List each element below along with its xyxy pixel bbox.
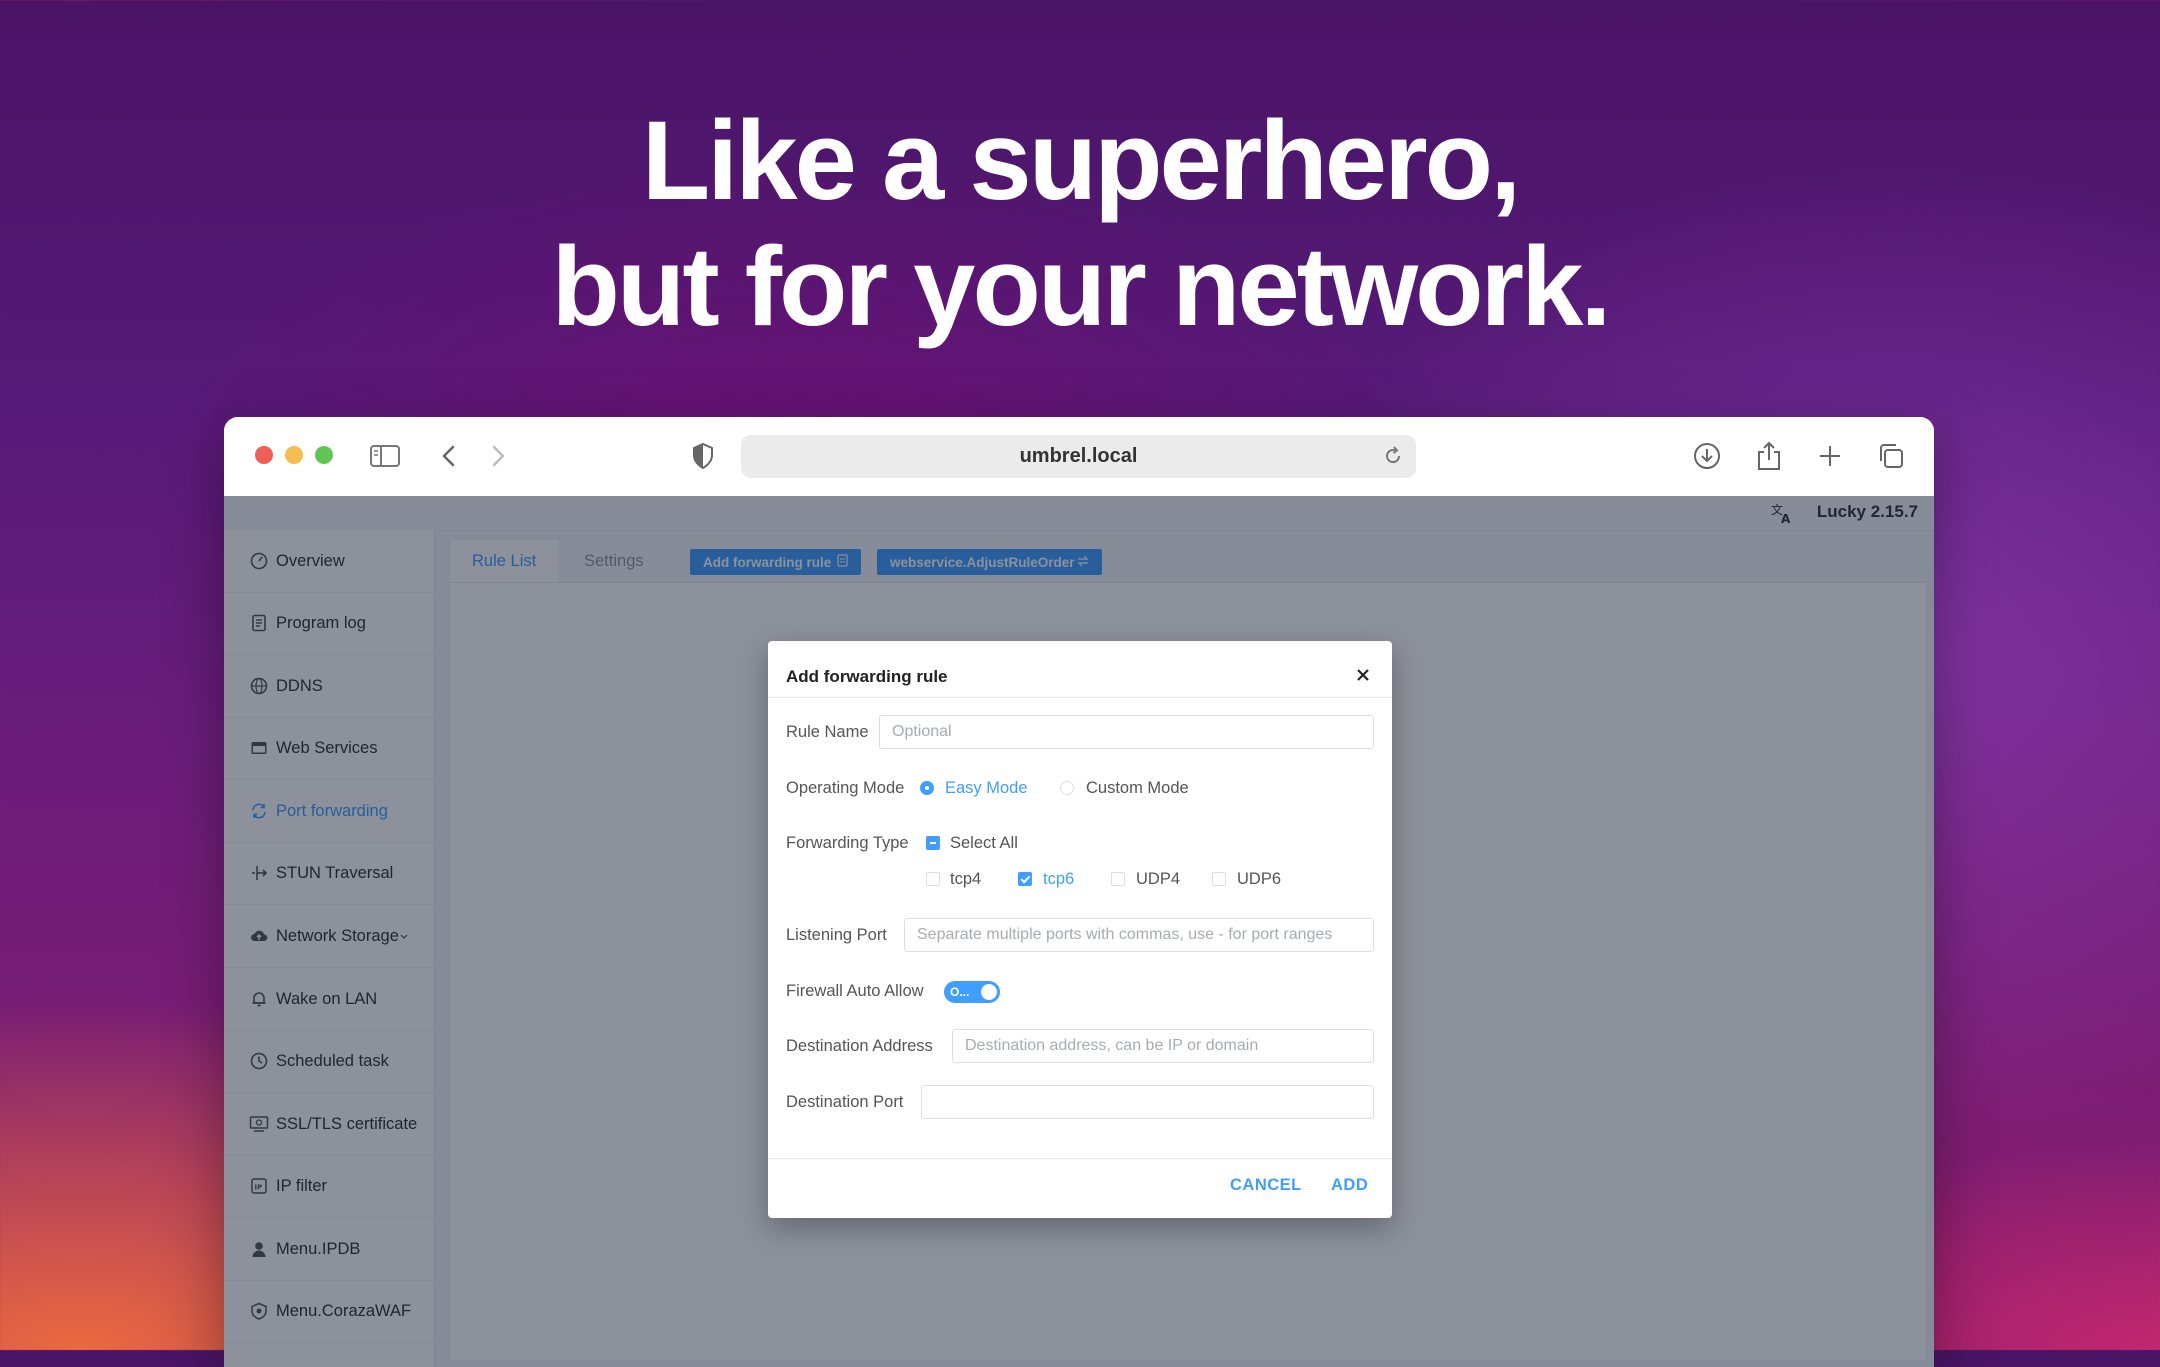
zoom-window-button[interactable] (315, 446, 333, 464)
udp4-checkbox[interactable] (1111, 872, 1125, 886)
hero-line-2: but for your network. (551, 224, 1612, 349)
privacy-shield-icon[interactable] (686, 439, 720, 473)
close-window-button[interactable] (255, 446, 273, 464)
destination-address-input[interactable]: Destination address, can be IP or domain (952, 1029, 1374, 1063)
udp6-label[interactable]: UDP6 (1237, 870, 1281, 889)
hero-headline: Like a superhero, but for your network. (0, 98, 2160, 350)
hero-line-1: Like a superhero, (641, 98, 1521, 223)
firewall-auto-allow-switch[interactable]: O... (944, 981, 1000, 1003)
tcp6-label[interactable]: tcp6 (1043, 870, 1074, 889)
close-icon[interactable] (1356, 668, 1370, 687)
browser-toolbar: umbrel.local (224, 417, 1934, 496)
tcp4-label[interactable]: tcp4 (950, 870, 981, 889)
sidebar-toggle-icon[interactable] (368, 439, 402, 473)
share-icon[interactable] (1752, 439, 1786, 473)
add-forwarding-rule-dialog: Add forwarding rule Rule Name Optional O… (768, 641, 1392, 1218)
firewall-auto-allow-label: Firewall Auto Allow (786, 982, 924, 1000)
cancel-button[interactable]: CANCEL (1230, 1176, 1302, 1195)
rule-name-label: Rule Name (786, 723, 869, 741)
new-tab-icon[interactable] (1813, 439, 1847, 473)
select-all-label[interactable]: Select All (950, 834, 1018, 853)
operating-mode-label: Operating Mode (786, 779, 905, 797)
destination-port-input[interactable] (921, 1085, 1374, 1119)
minimize-window-button[interactable] (285, 446, 303, 464)
tcp4-checkbox[interactable] (926, 872, 940, 886)
forward-icon[interactable] (481, 439, 515, 473)
dialog-footer-divider (768, 1158, 1392, 1159)
tcp6-checkbox[interactable] (1018, 872, 1032, 886)
udp6-checkbox[interactable] (1212, 872, 1226, 886)
address-bar[interactable]: umbrel.local (741, 435, 1416, 478)
forwarding-type-label: Forwarding Type (786, 834, 909, 852)
switch-text: O... (950, 985, 970, 999)
switch-knob (981, 984, 997, 1000)
rule-name-input[interactable]: Optional (879, 715, 1374, 749)
download-icon[interactable] (1690, 439, 1724, 473)
destination-port-label: Destination Port (786, 1093, 904, 1111)
easy-mode-radio[interactable] (920, 781, 934, 795)
select-all-checkbox[interactable] (926, 836, 940, 850)
destination-address-label: Destination Address (786, 1037, 933, 1055)
easy-mode-label[interactable]: Easy Mode (945, 779, 1028, 798)
dialog-title: Add forwarding rule (786, 667, 948, 686)
udp4-label[interactable]: UDP4 (1136, 870, 1180, 889)
reload-icon[interactable] (1382, 445, 1404, 473)
custom-mode-label[interactable]: Custom Mode (1086, 779, 1189, 798)
back-icon[interactable] (432, 439, 466, 473)
custom-mode-radio[interactable] (1060, 781, 1074, 795)
tab-overview-icon[interactable] (1874, 439, 1908, 473)
listening-port-input[interactable]: Separate multiple ports with commas, use… (904, 918, 1374, 952)
url-text: umbrel.local (1019, 445, 1138, 467)
dialog-header-divider (768, 697, 1392, 698)
listening-port-label: Listening Port (786, 926, 887, 944)
add-button[interactable]: ADD (1331, 1176, 1368, 1195)
